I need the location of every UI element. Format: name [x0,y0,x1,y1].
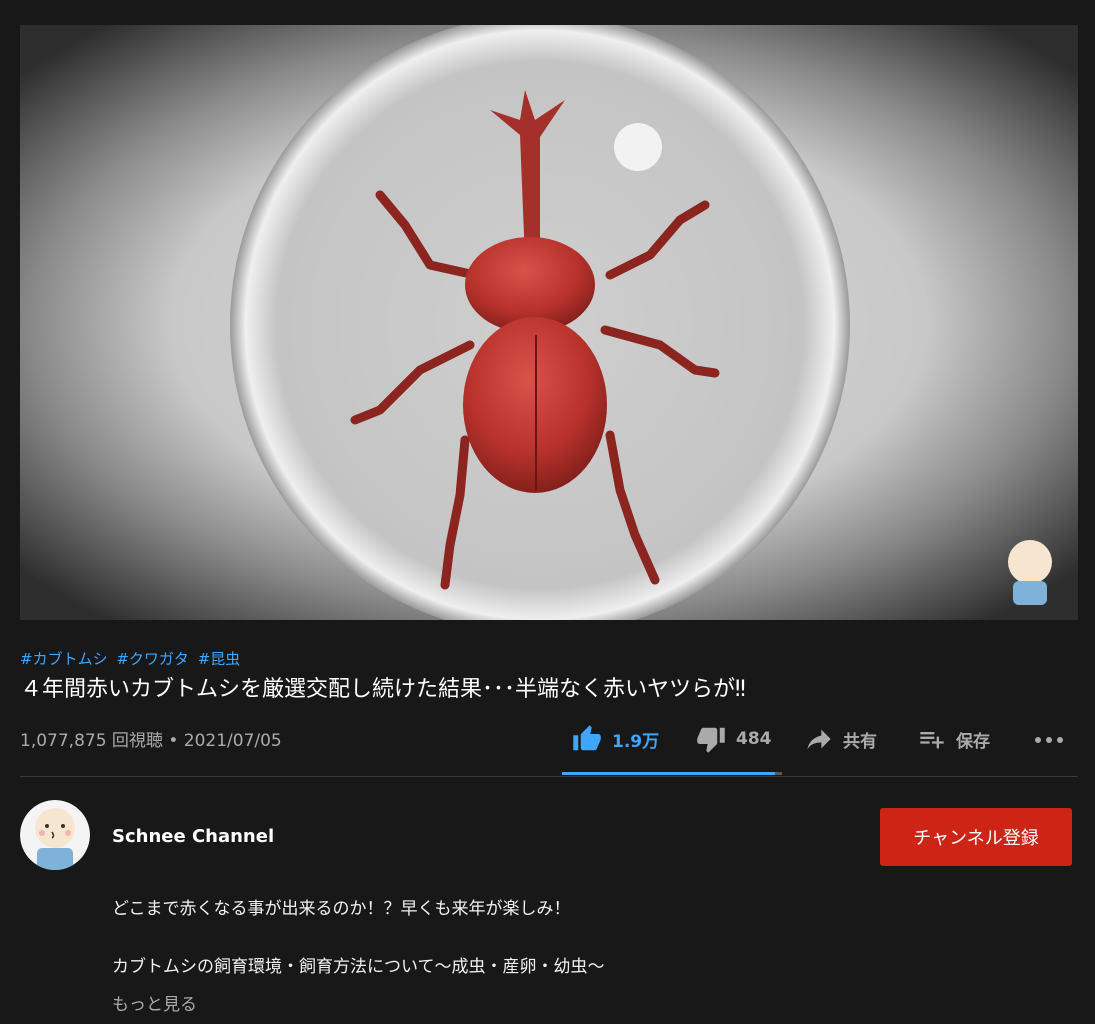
more-actions-button[interactable] [1034,722,1064,756]
section-divider [20,776,1078,777]
description-line-2: カブトムシの飼育環境・飼育方法について〜成虫・産卵・幼虫〜 [112,957,605,977]
channel-avatar[interactable] [20,800,90,870]
hashtag-kabutomushi[interactable]: #カブトムシ [20,650,108,668]
hashtag-kuwagata[interactable]: #クワガタ [116,650,189,668]
subscribe-button[interactable]: チャンネル登録 [880,808,1072,866]
dislike-count: 484 [736,729,772,749]
hashtag-konchu[interactable]: #昆虫 [198,650,241,668]
show-more-link[interactable]: もっと見る [112,990,197,1015]
save-label: 保存 [956,731,990,752]
share-button[interactable]: 共有 [803,722,877,756]
channel-name[interactable]: Schnee Channel [112,826,274,847]
video-thumbnail [20,25,1078,620]
share-arrow-icon [803,725,835,753]
like-ratio-bar [562,772,782,775]
video-player[interactable] [20,25,1078,620]
share-label: 共有 [843,731,877,752]
thumbs-down-icon [694,724,728,754]
save-button[interactable]: 保存 [916,722,990,756]
more-horizontal-icon [1034,730,1064,749]
description-line-1: どこまで赤くなる事が出来るのか！？早くも来年が楽しみ！ [112,899,571,919]
dislike-button[interactable]: 484 [694,722,772,756]
view-count-date: 1,077,875 回視聴 • 2021/07/05 [20,731,282,751]
like-ratio-fill [562,772,776,775]
thumbs-up-icon [570,724,604,754]
like-button[interactable]: 1.9万 [570,722,659,756]
playlist-add-icon [916,725,948,753]
hashtag-list: #カブトムシ #クワガタ #昆虫 [20,648,244,669]
like-count: 1.9万 [612,731,660,752]
video-title: ４年間赤いカブトムシを厳選交配し続けた結果･･･半端なく赤いヤツらが‼︎ [20,677,746,702]
